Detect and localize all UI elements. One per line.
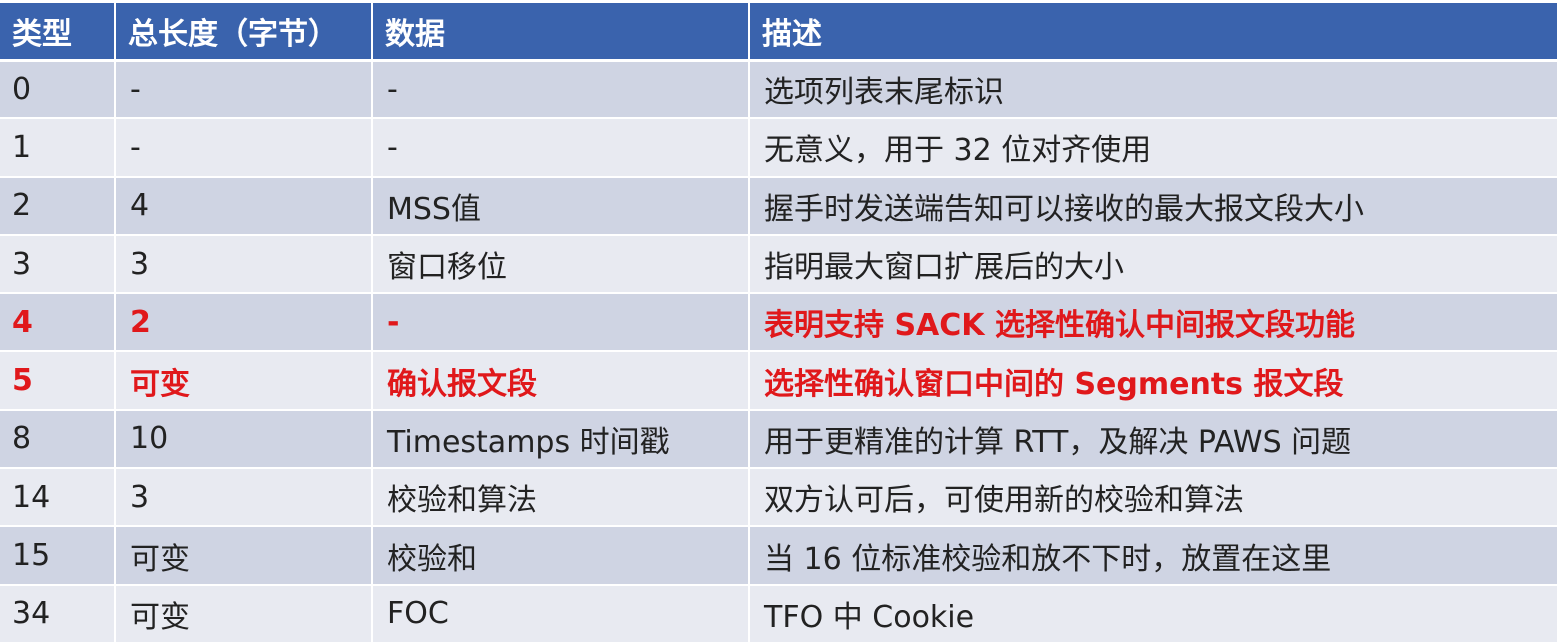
cell-type: 34	[0, 584, 116, 644]
header-length: 总长度（字节）	[115, 3, 373, 62]
cell-type: 14	[0, 468, 116, 528]
cell-length: 4	[115, 176, 373, 236]
table-row: 2 4 MSS值 握手时发送端告知可以接收的最大报文段大小	[0, 176, 1558, 236]
cell-description: 选项列表末尾标识	[749, 60, 1558, 120]
cell-data: -	[372, 293, 750, 353]
cell-data: 窗口移位	[372, 234, 750, 295]
header-description: 描述	[749, 3, 1558, 62]
cell-length: 2	[115, 293, 373, 353]
cell-length: 3	[115, 234, 373, 295]
cell-data: 校验和	[372, 526, 750, 586]
cell-description: 选择性确认窗口中间的 Segments 报文段	[749, 351, 1558, 411]
table-row: 14 3 校验和算法 双方认可后，可使用新的校验和算法	[0, 468, 1558, 528]
cell-length: 3	[115, 468, 373, 528]
cell-type: 3	[0, 234, 116, 295]
cell-data: -	[372, 60, 750, 120]
cell-type: 2	[0, 176, 116, 236]
cell-description: 握手时发送端告知可以接收的最大报文段大小	[749, 176, 1558, 236]
table-row: 34 可变 FOC TFO 中 Cookie	[0, 584, 1558, 644]
cell-length: 10	[115, 409, 373, 470]
cell-data: FOC	[372, 584, 750, 644]
cell-description: 表明支持 SACK 选择性确认中间报文段功能	[749, 293, 1558, 353]
table-row: 4 2 - 表明支持 SACK 选择性确认中间报文段功能	[0, 293, 1558, 353]
cell-description: 当 16 位标准校验和放不下时，放置在这里	[749, 526, 1558, 586]
cell-description: 无意义，用于 32 位对齐使用	[749, 118, 1558, 178]
cell-data: Timestamps 时间戳	[372, 409, 750, 470]
cell-description: 双方认可后，可使用新的校验和算法	[749, 468, 1558, 528]
cell-description: TFO 中 Cookie	[749, 584, 1558, 644]
cell-length: 可变	[115, 526, 373, 586]
table-row: 0 - - 选项列表末尾标识	[0, 60, 1558, 120]
cell-description: 用于更精准的计算 RTT，及解决 PAWS 问题	[749, 409, 1558, 470]
cell-type: 5	[0, 351, 116, 411]
cell-length: 可变	[115, 584, 373, 644]
cell-data: 校验和算法	[372, 468, 750, 528]
cell-length: -	[115, 60, 373, 120]
cell-type: 1	[0, 118, 116, 178]
header-data: 数据	[372, 3, 750, 62]
cell-data: -	[372, 118, 750, 178]
cell-description: 指明最大窗口扩展后的大小	[749, 234, 1558, 295]
cell-type: 8	[0, 409, 116, 470]
cell-length: -	[115, 118, 373, 178]
cell-type: 4	[0, 293, 116, 353]
cell-type: 15	[0, 526, 116, 586]
cell-data: 确认报文段	[372, 351, 750, 411]
cell-type: 0	[0, 60, 116, 120]
tcp-options-slide: 类型 总长度（字节） 数据 描述 0 - - 选项列表末尾标识 1 - - 无意…	[0, 0, 1558, 644]
table-row: 15 可变 校验和 当 16 位标准校验和放不下时，放置在这里	[0, 526, 1558, 586]
header-type: 类型	[0, 3, 116, 62]
table-row: 5 可变 确认报文段 选择性确认窗口中间的 Segments 报文段	[0, 351, 1558, 411]
table-header-row: 类型 总长度（字节） 数据 描述	[0, 3, 1558, 62]
table-row: 8 10 Timestamps 时间戳 用于更精准的计算 RTT，及解决 PAW…	[0, 409, 1558, 470]
cell-data: MSS值	[372, 176, 750, 236]
tcp-options-table: 类型 总长度（字节） 数据 描述 0 - - 选项列表末尾标识 1 - - 无意…	[0, 3, 1558, 644]
cell-length: 可变	[115, 351, 373, 411]
table-row: 3 3 窗口移位 指明最大窗口扩展后的大小	[0, 234, 1558, 295]
table-row: 1 - - 无意义，用于 32 位对齐使用	[0, 118, 1558, 178]
